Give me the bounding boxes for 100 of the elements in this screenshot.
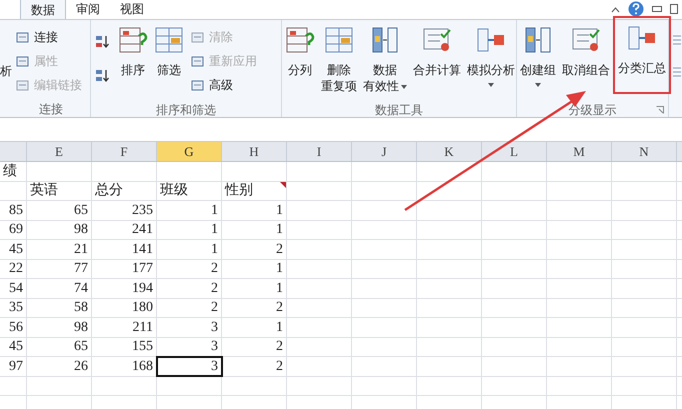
ribbon-small-button[interactable]: 连接 [16,28,82,46]
table-cell: 2 [222,357,287,376]
ribbon-tab[interactable]: 数据 [20,0,66,19]
columns-icon [523,26,553,54]
button-label: 有效性 [363,78,407,94]
check-list-icon [571,26,601,54]
group-label: 连接 [39,101,64,118]
ribbon-small-button[interactable]: 高级 [191,76,258,94]
cut-label: 析 [0,64,12,80]
sort-button[interactable] [95,34,112,50]
table-cell: 22 [0,260,27,278]
table-cell: 97 [0,357,27,376]
button-label: 创建组 [520,62,556,78]
table-cell: 3 [157,357,222,376]
table-cell: 65 [27,201,92,220]
table-cell: 155 [92,338,157,356]
ribbon-button[interactable]: 删除 重复项 [318,20,360,102]
table-cell: 1 [222,220,287,239]
ribbon-button[interactable]: 模拟分析 [464,20,518,102]
table-cell: 1 [222,318,287,336]
restore-icon[interactable] [670,4,678,14]
column-header[interactable]: E [27,142,92,161]
button-label: 模拟分析 [467,62,515,78]
table-cell: 141 [92,240,157,258]
table-cell: 1 [222,201,287,220]
table-cell: 班级 [157,182,222,200]
group-label: 数据工具 [375,102,423,119]
ribbon-button[interactable]: 创建组 [517,20,559,102]
grid-question-icon [285,26,315,54]
caret-icon [401,84,407,89]
sort-button[interactable] [95,68,112,84]
small-tool-icon [191,30,206,44]
dialog-launcher-icon[interactable] [656,106,664,114]
table-cell: 2 [222,240,287,258]
sort-icon [95,68,112,84]
column-header[interactable]: M [547,142,612,161]
column-header[interactable]: L [482,142,547,161]
ribbon-button[interactable]: 筛选 [151,20,188,102]
table-cell: 45 [0,338,27,356]
group-label: 分级显示 [568,102,616,119]
table-cell: 3 [157,338,222,356]
button-label: 数据 [373,62,397,78]
ribbon-tab[interactable]: 审阅 [66,0,110,19]
table-cell: 2 [222,338,287,356]
table-cell: 58 [27,298,92,317]
table-cell: 241 [92,220,157,239]
table-cell: 2 [157,279,222,298]
ribbon-button[interactable]: 分类汇总 [615,18,669,100]
column-header[interactable]: N [612,142,677,161]
table-cell: 21 [27,240,92,258]
column-header[interactable]: H [222,142,287,161]
column-header[interactable]: I [287,142,352,161]
button-label: 排序 [121,62,146,78]
small-tool-icon [16,54,30,68]
help-icon[interactable] [628,1,644,17]
check-list-icon [422,26,452,54]
table-cell: 180 [92,298,157,317]
caret-icon [535,82,541,87]
table-cell: 69 [0,220,27,239]
table-cell: 英语 [27,182,92,200]
ribbon-button[interactable]: 分列 [282,20,318,102]
ribbon-button[interactable]: 合并计算 [410,20,464,102]
small-tool-icon [191,78,206,92]
column-header[interactable]: J [352,142,417,161]
merge-icon [627,24,657,52]
minimize-icon[interactable] [652,6,662,12]
table-cell: 总分 [92,182,157,200]
table-cell: 1 [157,240,222,258]
merge-icon [476,26,506,54]
table-cell: 1 [222,260,287,278]
table-cell: 194 [92,279,157,298]
button-label: 删除 [327,62,351,78]
table-cell: 26 [27,357,92,376]
button-label: 分列 [288,62,312,78]
table-cell: 211 [92,318,157,336]
column-header[interactable]: G [157,142,222,161]
small-tool-icon [16,30,30,44]
table-cell: 235 [92,201,157,220]
ribbon-tab[interactable]: 视图 [110,0,154,19]
columns-icon [370,26,400,54]
table-cell: 74 [27,279,92,298]
table-cell: 2 [157,260,222,278]
collapse-icon[interactable] [611,6,620,12]
column-header[interactable]: K [417,142,482,161]
table-icon [154,26,184,54]
ribbon-button[interactable]: 排序 [115,20,152,102]
table-cell: 1 [157,220,222,239]
table-cell: 3 [157,318,222,336]
button-label: 合并计算 [413,62,461,78]
caret-icon [488,82,494,87]
table-cell: 54 [0,279,27,298]
button-label: 重复项 [321,78,357,94]
small-tool-icon [191,54,206,68]
table-cell: 98 [27,318,92,336]
table-cell: 177 [92,260,157,278]
table-cell: 168 [92,357,157,376]
grid-question-icon [118,26,148,54]
table-cell: 1 [157,201,222,220]
ribbon-button[interactable]: 数据 有效性 [360,20,410,102]
table-cell: 77 [27,260,92,278]
